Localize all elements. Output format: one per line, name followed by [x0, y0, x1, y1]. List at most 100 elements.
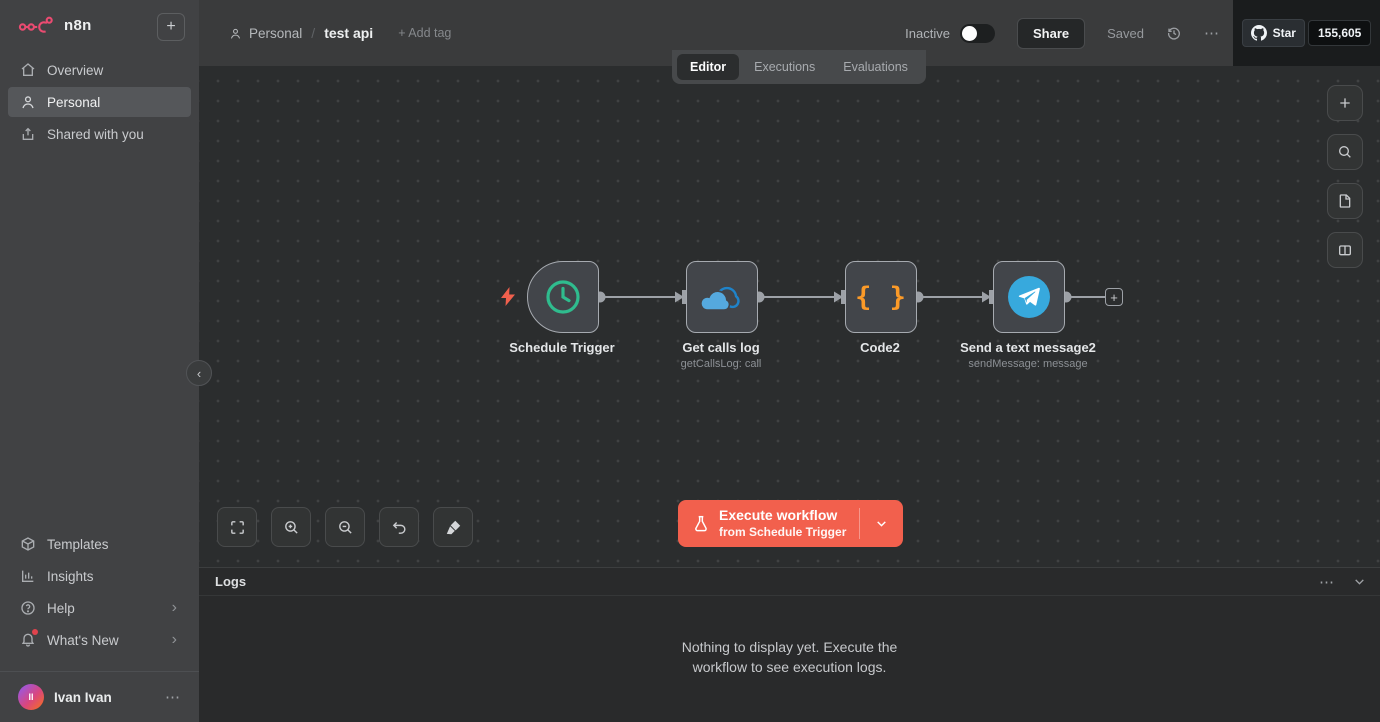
- sidebar: n8n + Overview Personal Shared with you …: [0, 0, 199, 722]
- github-icon: [1251, 25, 1267, 41]
- bell-icon: [20, 631, 36, 650]
- sidebar-item-templates[interactable]: Templates: [8, 529, 191, 559]
- notification-dot: [32, 629, 38, 635]
- zoom-out-button[interactable]: [325, 507, 365, 547]
- node-schedule-trigger[interactable]: [527, 261, 599, 333]
- view-tabs: Editor Executions Evaluations: [672, 50, 926, 84]
- share-button[interactable]: Share: [1017, 18, 1085, 49]
- breadcrumb-project[interactable]: Personal: [229, 26, 302, 41]
- avatar: II: [18, 684, 44, 710]
- node-subtitle: getCallsLog: call: [611, 358, 831, 370]
- header-controls: Inactive Share Saved ⋯: [905, 0, 1220, 66]
- sidebar-item-label: What's New: [47, 633, 119, 648]
- cloud-api-icon: [700, 281, 744, 313]
- sidebar-item-label: Shared with you: [47, 127, 144, 142]
- history-icon[interactable]: [1166, 25, 1182, 41]
- activation-control: Inactive: [905, 24, 995, 43]
- fit-view-icon: [229, 519, 246, 536]
- active-toggle[interactable]: [960, 24, 995, 43]
- workflow-canvas[interactable]: Schedule Trigger Get calls log getCallsL…: [199, 66, 1380, 567]
- add-node-button[interactable]: [1327, 85, 1363, 121]
- logs-header[interactable]: Logs ⋯: [199, 568, 1380, 596]
- new-workflow-button[interactable]: +: [157, 13, 185, 41]
- sidebar-collapse-button[interactable]: ‹: [186, 360, 212, 386]
- search-button[interactable]: [1327, 134, 1363, 170]
- node-send-text-message2[interactable]: [993, 261, 1065, 333]
- execute-options-dropdown[interactable]: [860, 500, 903, 547]
- execute-workflow-sublabel: from Schedule Trigger: [719, 525, 846, 540]
- sidebar-item-label: Insights: [47, 569, 94, 584]
- undo-icon: [391, 519, 408, 536]
- search-icon: [1337, 144, 1353, 160]
- sidebar-item-overview[interactable]: Overview: [8, 55, 191, 85]
- sidebar-item-shared-with-you[interactable]: Shared with you: [8, 119, 191, 149]
- sidebar-item-label: Templates: [47, 537, 109, 552]
- user-more-icon[interactable]: ⋯: [165, 688, 181, 706]
- breadcrumb-separator: /: [311, 25, 315, 41]
- zoom-to-fit-button[interactable]: [217, 507, 257, 547]
- sidebar-item-label: Personal: [47, 95, 100, 110]
- zoom-out-icon: [337, 519, 354, 536]
- tab-editor[interactable]: Editor: [677, 54, 739, 80]
- flask-icon: [693, 515, 709, 533]
- sidebar-divider: [0, 671, 199, 672]
- zoom-in-icon: [283, 519, 300, 536]
- github-star-widget: Star 155,605: [1233, 0, 1380, 66]
- n8n-logo-icon: [18, 14, 56, 36]
- zoom-in-button[interactable]: [271, 507, 311, 547]
- help-icon: [20, 600, 36, 616]
- clock-icon: [543, 277, 583, 317]
- chevron-down-icon: [875, 517, 888, 530]
- logs-title: Logs: [215, 574, 246, 589]
- toggle-panel-button[interactable]: [1327, 232, 1363, 268]
- insights-chart-icon: [20, 568, 36, 584]
- user-name: Ivan Ivan: [54, 690, 155, 705]
- plus-icon: [1337, 95, 1353, 111]
- logs-more-icon[interactable]: ⋯: [1319, 573, 1335, 591]
- brand-name: n8n: [64, 17, 92, 34]
- add-connected-node-button[interactable]: +: [1105, 288, 1123, 306]
- telegram-icon: [1008, 276, 1050, 318]
- chevron-left-icon: ‹: [197, 366, 201, 381]
- saved-status: Saved: [1107, 26, 1144, 41]
- sidebar-item-personal[interactable]: Personal: [8, 87, 191, 117]
- sidebar-item-insights[interactable]: Insights: [8, 561, 191, 591]
- sidebar-item-help[interactable]: Help ›: [8, 593, 191, 623]
- workflow-more-icon[interactable]: ⋯: [1204, 24, 1220, 42]
- tidy-broom-icon: [445, 519, 462, 536]
- trigger-bolt-icon: [500, 287, 516, 306]
- logs-panel: Logs ⋯ Nothing to display yet. Execute t…: [199, 567, 1380, 722]
- user-menu[interactable]: II Ivan Ivan ⋯: [0, 680, 199, 714]
- breadcrumb: Personal / test api + Add tag: [229, 0, 451, 66]
- github-star-count[interactable]: 155,605: [1308, 20, 1371, 46]
- split-panel-icon: [1337, 242, 1353, 258]
- github-star-label: Star: [1273, 26, 1296, 40]
- add-tag-button[interactable]: + Add tag: [398, 26, 451, 40]
- undo-button[interactable]: [379, 507, 419, 547]
- templates-box-icon: [20, 536, 36, 552]
- tab-executions[interactable]: Executions: [741, 54, 828, 80]
- user-icon: [229, 27, 242, 40]
- node-subtitle: sendMessage: message: [918, 358, 1138, 370]
- share-icon: [20, 126, 36, 142]
- status-label: Inactive: [905, 26, 950, 41]
- code-braces-icon: { }: [855, 282, 907, 313]
- github-star-button[interactable]: Star: [1242, 19, 1305, 47]
- connections-layer: [199, 66, 1380, 567]
- node-get-calls-log[interactable]: [686, 261, 758, 333]
- sticky-note-button[interactable]: [1327, 183, 1363, 219]
- sidebar-item-label: Help: [47, 601, 75, 616]
- node-code2[interactable]: { }: [845, 261, 917, 333]
- tidy-up-button[interactable]: [433, 507, 473, 547]
- logs-empty-message: Nothing to display yet. Execute the work…: [664, 638, 916, 677]
- chevron-right-icon: ›: [172, 632, 177, 648]
- user-icon: [20, 94, 36, 110]
- note-icon: [1337, 193, 1353, 209]
- tab-evaluations[interactable]: Evaluations: [830, 54, 921, 80]
- collapse-panel-chevron-icon[interactable]: [1353, 575, 1366, 588]
- execute-workflow-button[interactable]: Execute workflow from Schedule Trigger: [678, 500, 903, 547]
- execute-workflow-label: Execute workflow: [719, 507, 846, 525]
- sidebar-item-whats-new[interactable]: What's New ›: [8, 625, 191, 655]
- workflow-title[interactable]: test api: [324, 25, 373, 41]
- toggle-knob: [962, 26, 977, 41]
